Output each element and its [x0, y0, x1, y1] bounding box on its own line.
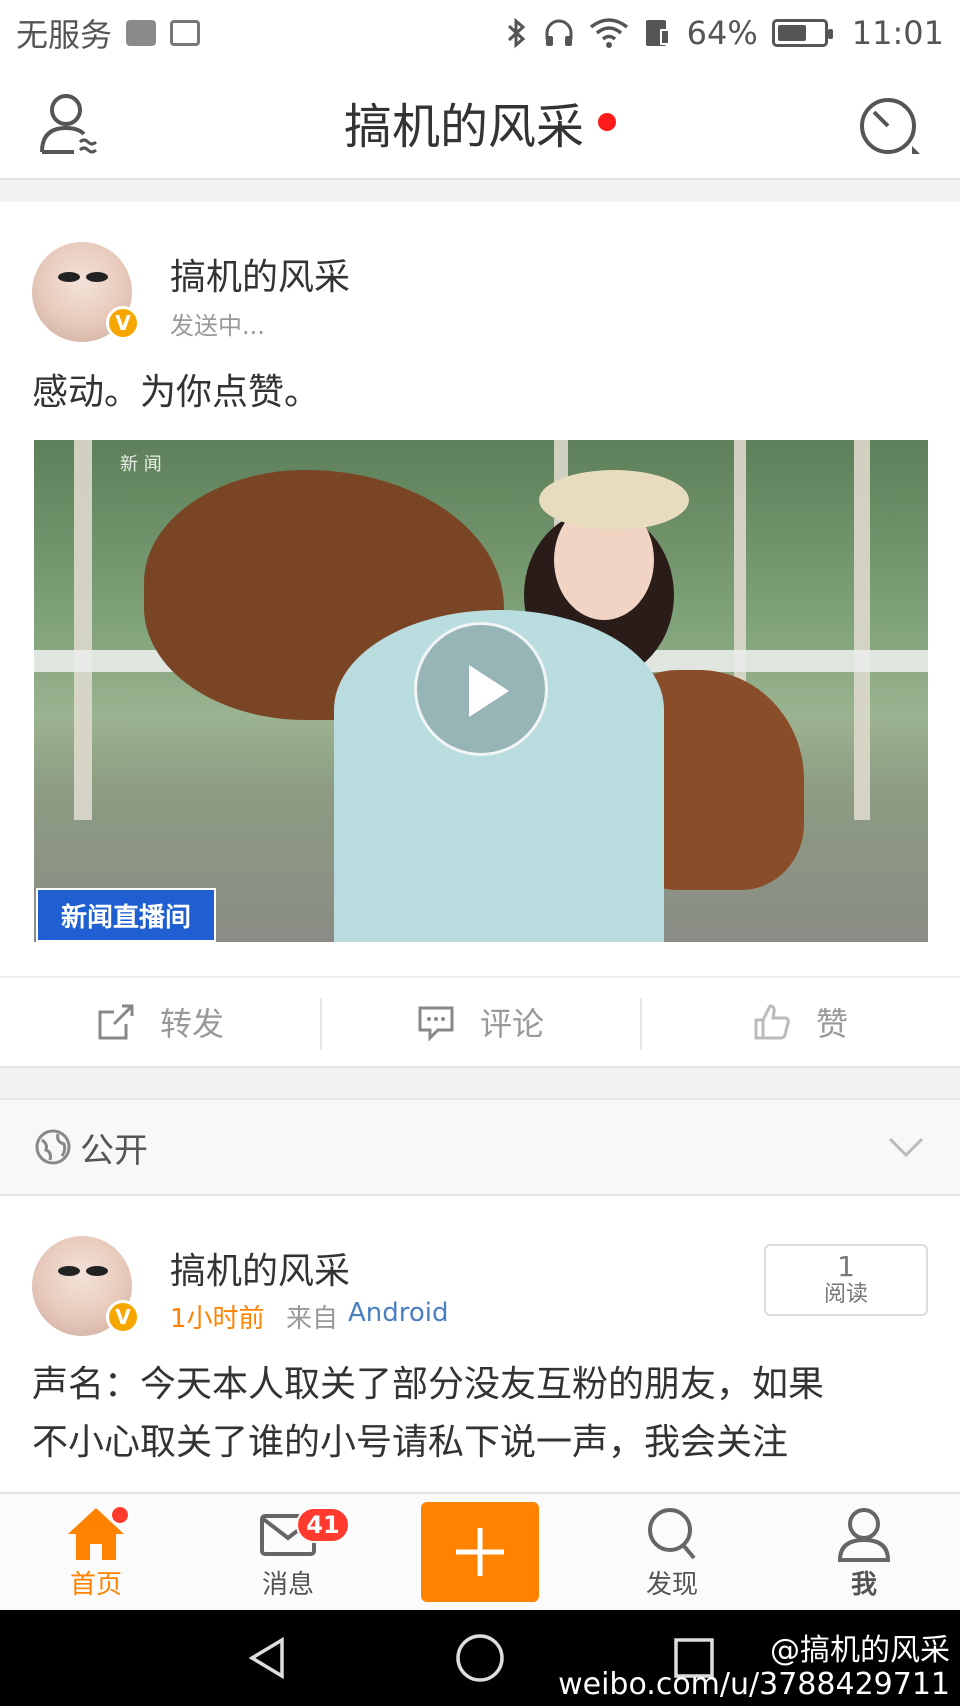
post-source-prefix: 来自 — [286, 1304, 339, 1334]
section-gap — [0, 180, 960, 202]
tab-discover[interactable]: 发现 — [576, 1493, 768, 1611]
tab-messages[interactable]: 41 消息 — [192, 1493, 384, 1611]
post-text-line: 声名：今天本人取关了部分没友互粉的朋友，如果 — [32, 1364, 825, 1405]
post-action-bar: 转发 评论 赞 — [0, 976, 960, 1068]
search-icon — [648, 1507, 696, 1559]
visibility-label: 公开 — [80, 1130, 148, 1171]
tab-messages-label: 消息 — [261, 1569, 314, 1600]
page-title[interactable]: 搞机的风采 — [344, 87, 616, 157]
globe-icon — [35, 1129, 71, 1165]
verified-badge-icon: V — [106, 306, 140, 340]
messages-badge: 41 — [296, 1507, 350, 1543]
wifi-icon — [589, 18, 628, 48]
avatar-eye — [58, 1266, 80, 1276]
radar-icon[interactable] — [854, 88, 926, 160]
post-sending-status: 发送中... — [170, 312, 265, 340]
back-icon[interactable] — [244, 1634, 292, 1682]
watermark-url: weibo.com/u/3788429711 — [558, 1667, 950, 1702]
watermark-handle: @搞机的风采 — [770, 1633, 950, 1668]
like-label: 赞 — [815, 1005, 848, 1043]
post-text: 感动。为你点赞。 — [32, 372, 321, 413]
tab-me[interactable]: 我 — [768, 1493, 960, 1611]
headphones-icon — [545, 19, 573, 46]
read-label: 阅读 — [823, 1282, 868, 1307]
avatar-eye — [86, 1266, 108, 1276]
news-caption-tag: 新闻直播间 — [36, 888, 216, 942]
person-icon — [837, 1507, 891, 1562]
section-gap — [0, 1068, 960, 1098]
video-corner-text: 新 闻 — [120, 454, 162, 475]
repost-label: 转发 — [159, 1005, 224, 1043]
verified-badge-icon: V — [106, 1300, 140, 1334]
thumbs-up-icon — [754, 1004, 790, 1040]
clock-time: 11:01 — [851, 14, 944, 52]
play-button[interactable] — [414, 622, 548, 756]
video-hat — [539, 470, 689, 530]
bluetooth-icon — [507, 17, 525, 49]
weibo-watermark: @搞机的风采 weibo.com/u/3788429711 — [558, 1634, 950, 1702]
add-friend-icon[interactable] — [34, 88, 106, 160]
visibility-row[interactable]: 公开 — [0, 1098, 960, 1196]
comment-label: 评论 — [479, 1005, 544, 1043]
compose-button[interactable] — [421, 1502, 539, 1602]
tab-home-label: 首页 — [69, 1569, 122, 1600]
post-author-name[interactable]: 搞机的风采 — [170, 248, 350, 300]
plus-icon — [456, 1528, 504, 1576]
page-title-text: 搞机的风采 — [343, 99, 584, 155]
post-source-link[interactable]: Android — [348, 1298, 449, 1328]
image-notification-icon — [170, 20, 201, 46]
bottom-tab-bar: 首页 41 消息 发现 我 — [0, 1492, 960, 1610]
comment-button[interactable]: 评论 — [320, 978, 640, 1066]
post-author-name[interactable]: 搞机的风采 — [170, 1242, 350, 1294]
tab-discover-label: 发现 — [645, 1569, 698, 1600]
chevron-down-icon[interactable] — [886, 1127, 926, 1167]
tab-me-label: 我 — [850, 1569, 877, 1600]
app-notification-icon — [126, 20, 157, 46]
post-time: 1小时前 — [170, 1304, 265, 1334]
avatar[interactable]: V — [32, 242, 140, 342]
android-nav-bar: @搞机的风采 weibo.com/u/3788429711 — [0, 1610, 960, 1706]
tab-compose[interactable] — [384, 1493, 576, 1611]
tab-home[interactable]: 首页 — [0, 1493, 192, 1611]
avatar[interactable]: V — [32, 1236, 140, 1336]
battery-icon — [771, 19, 833, 47]
video-player[interactable]: 新 闻 新闻直播间 — [34, 440, 928, 942]
home-notification-dot — [110, 1505, 130, 1525]
read-count-box: 1 阅读 — [764, 1244, 928, 1316]
repost-icon — [98, 1004, 134, 1040]
repost-button[interactable]: 转发 — [0, 978, 320, 1066]
read-count: 1 — [837, 1250, 855, 1283]
post-text-line: 不小心取关了谁的小号请私下说一声，我会关注 — [32, 1422, 789, 1463]
video-tree — [74, 440, 92, 820]
comment-icon — [418, 1006, 454, 1042]
top-nav-bar: 搞机的风采 — [0, 66, 960, 180]
title-notification-dot — [598, 113, 616, 131]
home-circle-icon[interactable] — [454, 1632, 506, 1684]
battery-percent: 64% — [686, 14, 758, 52]
avatar-eye — [58, 272, 80, 282]
video-tree — [854, 440, 870, 820]
status-bar: 无服务 64% 11:01 — [0, 0, 960, 66]
carrier-text: 无服务 — [16, 16, 113, 54]
avatar-eye — [86, 272, 108, 282]
like-button[interactable]: 赞 — [640, 978, 960, 1066]
sim-icon — [645, 20, 670, 46]
